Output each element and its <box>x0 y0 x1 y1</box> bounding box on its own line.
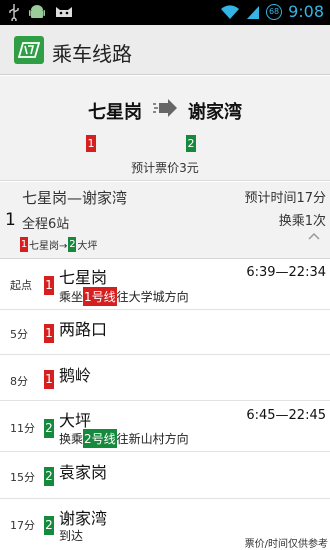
line-chip: 1号线 <box>83 287 117 306</box>
stop-row[interactable]: 5分 1 两路口 <box>0 310 330 355</box>
stop-name: 七星岗 <box>59 268 108 287</box>
line-segment-label: 大坪 <box>77 241 98 252</box>
stop-hours: 6:45—22:45 <box>246 408 326 423</box>
usb-icon <box>9 4 19 21</box>
cat-icon <box>56 7 72 17</box>
signal-icon <box>247 5 260 19</box>
stop-time-label: 起点 <box>10 279 32 292</box>
route-lines: 1 七星岗→ 2 大坪 <box>20 237 97 252</box>
route-time: 预计时间17分 <box>244 191 326 206</box>
arrow-right-icon <box>153 99 177 117</box>
stop-name: 大坪 <box>59 411 92 430</box>
instruction-direction: 往大学城方向 <box>116 290 189 304</box>
stop-name: 袁家岗 <box>59 463 108 482</box>
stop-line-flag: 2 <box>44 514 54 535</box>
stop-instruction: 换乘 2号线 往新山村方向 <box>59 429 189 448</box>
line-chip: 2号线 <box>83 429 117 448</box>
stop-time-label: 17分 <box>10 519 35 532</box>
stop-row[interactable]: 8分 1 鹅岭 <box>0 355 330 401</box>
stop-time-label: 15分 <box>10 471 35 484</box>
status-bar: 68 9:08 <box>0 0 330 25</box>
stop-time-label: 5分 <box>10 328 28 341</box>
stop-instruction: 乘坐 1号线 往大学城方向 <box>59 287 189 306</box>
stop-line-flag: 1 <box>44 322 54 343</box>
line-badge: 2 <box>44 515 54 535</box>
line-badge: 2 <box>44 466 54 486</box>
line-badge: 1 <box>44 323 54 343</box>
app-bar: 乘车线路 <box>0 25 330 75</box>
page-title: 乘车线路 <box>52 42 132 66</box>
fare-estimate: 预计票价3元 <box>131 161 199 175</box>
stop-name: 鹅岭 <box>59 366 92 385</box>
stop-row[interactable]: 11分 2 大坪 6:45—22:45 换乘 2号线 往新山村方向 <box>0 401 330 452</box>
stop-line-flag: 2 <box>44 465 54 486</box>
route-index: 1 <box>5 210 16 230</box>
app-logo-icon[interactable] <box>14 36 44 64</box>
stop-line-flag: 1 <box>44 368 54 389</box>
wifi-icon <box>221 4 240 19</box>
stop-line-flag: 2 <box>44 417 54 438</box>
instruction-prefix: 换乘 <box>59 432 84 446</box>
stop-time-label: 8分 <box>10 375 28 388</box>
stop-instruction: 到达 <box>59 527 83 544</box>
metro-logo-icon <box>17 42 41 58</box>
line-badge: 2 <box>44 418 54 438</box>
status-time: 9:08 <box>288 2 324 21</box>
stop-time-label: 11分 <box>10 422 35 435</box>
line-badge: 2 <box>68 237 77 252</box>
stop-name: 谢家湾 <box>59 509 108 528</box>
stop-line-flag: 1 <box>44 274 54 295</box>
disclaimer: 票价/时间仅供参考 <box>244 539 328 550</box>
route-summary: 七星岗 谢家湾 1 2 预计票价3元 <box>0 76 330 181</box>
route-option[interactable]: 七星岗—谢家湾 预计时间17分 1 全程6站 换乘1次 1 七星岗→ 2 大坪 <box>0 182 330 259</box>
stop-hours: 6:39—22:34 <box>246 265 326 280</box>
status-bar-left <box>8 3 74 21</box>
origin-station: 七星岗 <box>88 102 142 123</box>
line-badge: 1 <box>20 237 28 252</box>
android-icon <box>29 5 45 18</box>
battery-badge-icon: 68 <box>266 3 283 20</box>
destination-line-badge: 2 <box>186 135 196 152</box>
route-title: 七星岗—谢家湾 <box>22 189 128 207</box>
line-badge: 1 <box>44 369 54 389</box>
instruction-prefix: 乘坐 <box>59 290 84 304</box>
stop-name: 两路口 <box>59 320 108 339</box>
line-badge: 1 <box>44 275 54 295</box>
route-stop-count: 全程6站 <box>22 217 70 232</box>
chevron-up-icon[interactable] <box>308 232 320 240</box>
instruction-direction: 往新山村方向 <box>116 432 189 446</box>
instruction-prefix: 到达 <box>59 529 84 543</box>
stop-row[interactable]: 起点 1 七星岗 6:39—22:34 乘坐 1号线 往大学城方向 <box>0 259 330 310</box>
route-transfer-count: 换乘1次 <box>278 214 326 229</box>
origin-line-badge: 1 <box>86 135 96 152</box>
line-segment-label: 七星岗→ <box>29 241 68 252</box>
status-bar-right: 68 9:08 <box>220 2 324 21</box>
stop-row[interactable]: 15分 2 袁家岗 <box>0 452 330 499</box>
destination-station: 谢家湾 <box>188 102 242 123</box>
